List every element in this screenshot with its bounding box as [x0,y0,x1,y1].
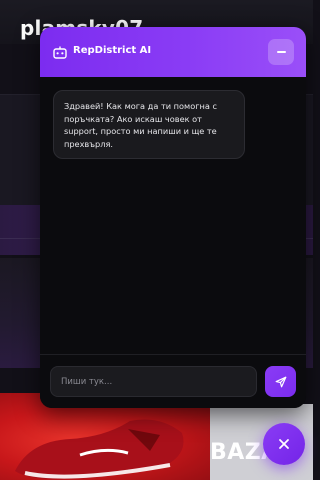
send-button[interactable] [265,366,296,397]
chat-title: RepDistrict AI [73,45,152,56]
chat-composer [40,354,306,408]
assistant-message: Здравей! Как мога да ти помогна с поръчк… [53,90,245,159]
chat-widget: RepDistrict AI Здравей! Как мога да ти п… [40,27,306,408]
minus-icon [276,51,286,53]
close-chat-button[interactable] [263,423,305,465]
send-icon [275,376,286,387]
minimize-button[interactable] [268,39,294,65]
robot-icon [53,46,67,59]
message-input[interactable] [50,366,257,397]
close-icon [279,439,289,449]
shoe-icon [15,419,184,480]
chat-header: RepDistrict AI [40,27,306,77]
chat-messages: Здравей! Как мога да ти помогна с поръчк… [40,77,306,382]
